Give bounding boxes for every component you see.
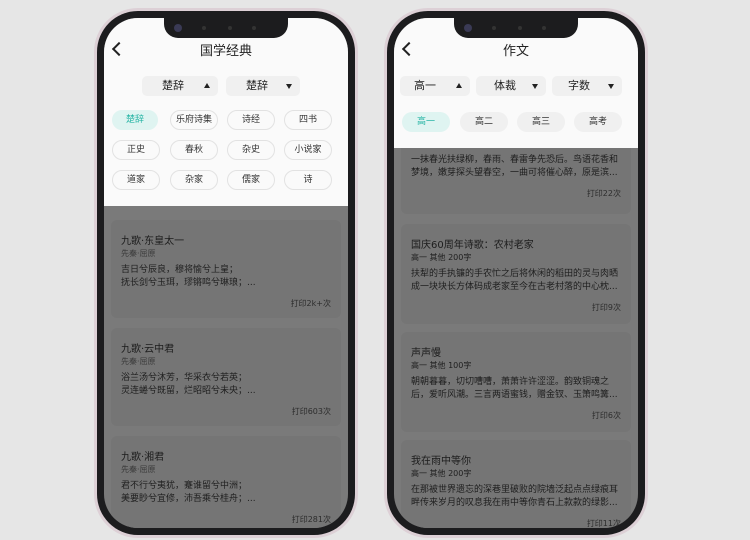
notch (164, 18, 288, 38)
item-excerpt: 朝朝暮暮，切切嘈嘈，萧萧许许涩涩。韵致铜魂之 (411, 377, 610, 387)
chip-grade-3[interactable]: 高三 (517, 112, 565, 132)
chip-sishu[interactable]: 四书 (284, 110, 332, 130)
dropdown-genre[interactable]: 体裁 (476, 76, 546, 96)
list-item[interactable]: 一抹春光扶绿柳，春雨、春雷争先恐后。鸟语花香和 梦境，嫩芽探头望春空，一曲可将催… (401, 148, 631, 214)
camera-icon (464, 24, 472, 32)
item-excerpt: 抚长剑兮玉珥，璆锵鸣兮琳琅；... (121, 278, 256, 288)
item-excerpt: 扶犁的手执镰的手农忙之后将休闲的稻田的灵与肉晒 (411, 269, 619, 279)
filter-panel: 国学经典 楚辞 楚辞 楚辞 乐府诗集 诗经 四书 正史 春秋 杂史 小说家 道家… (104, 18, 348, 206)
print-count: 打印6次 (591, 411, 621, 420)
list-item[interactable]: 我在雨中等你 高一 其他 200字 在那被世界遗忘的深巷里破败的院墙泛起点点绿痕… (401, 440, 631, 528)
item-excerpt: 后，爱听风潮。三言两语蜜钱，赠金钗、玉箫鸣篝... (411, 390, 618, 400)
item-author: 先秦·屈原 (121, 249, 156, 258)
screen-classics: 国学经典 楚辞 楚辞 楚辞 乐府诗集 诗经 四书 正史 春秋 杂史 小说家 道家… (104, 18, 348, 528)
chip-shi[interactable]: 诗 (284, 170, 332, 190)
dropdown-row: 楚辞 楚辞 (104, 70, 348, 104)
print-count: 打印603次 (291, 407, 331, 416)
item-title: 九歌·云中君 (121, 344, 175, 355)
page-title: 作文 (502, 44, 529, 59)
item-meta: 高一 其他 100字 (411, 361, 472, 370)
dropdown-subcategory[interactable]: 楚辞 (226, 76, 300, 96)
caret-down-icon (608, 84, 614, 89)
sensor-dot (202, 26, 206, 30)
chip-grade-2[interactable]: 高二 (460, 112, 508, 132)
chip-zhengshi[interactable]: 正史 (112, 140, 160, 160)
dropdown-label: 字数 (568, 79, 590, 92)
chip-xiaoshuojia[interactable]: 小说家 (284, 140, 332, 160)
caret-down-icon (286, 84, 292, 89)
caret-down-icon (532, 84, 538, 89)
list-item[interactable]: 国庆60周年诗歌：农村老家 高一 其他 200字 扶犁的手执镰的手农忙之后将休闲… (401, 224, 631, 324)
phone-frame-right: 作文 高一 体裁 字数 高一 高二 高三 高考 一抹春光扶绿柳，春雨、春雷争先恐… (384, 8, 648, 538)
chip-zashi[interactable]: 杂史 (227, 140, 275, 160)
camera-icon (174, 24, 182, 32)
item-title: 声声慢 (411, 348, 441, 359)
item-excerpt: 浴兰汤兮沐芳，华采衣兮若英； (121, 373, 248, 383)
dropdown-grade[interactable]: 高一 (400, 76, 470, 96)
item-excerpt: 梦境，嫩芽探头望春空，一曲可将催心醉，原是滨... (411, 168, 618, 178)
sensor-dot (542, 26, 546, 30)
list-item[interactable]: 声声慢 高一 其他 100字 朝朝暮暮，切切嘈嘈，萧萧许许涩涩。韵致铜魂之 后，… (401, 332, 631, 432)
item-meta: 高一 其他 200字 (411, 469, 472, 478)
caret-up-icon (456, 83, 462, 88)
item-excerpt: 畔传来岁月的叹息我在雨中等你青石上款款的绿影... (411, 498, 618, 508)
item-excerpt: 成一块块长方体码成老家至今在古老村落的中心枕... (411, 282, 618, 292)
item-excerpt: 吉日兮辰良，穆将愉兮上皇； (121, 265, 239, 275)
list-item[interactable]: 九歌·东皇太一 先秦·屈原 吉日兮辰良，穆将愉兮上皇； 抚长剑兮玉珥，璆锵鸣兮琳… (111, 220, 341, 318)
print-count: 打印22次 (586, 189, 621, 198)
chip-shijing[interactable]: 诗经 (227, 110, 275, 130)
dropdown-label: 高一 (414, 79, 436, 92)
dropdown-wordcount[interactable]: 字数 (552, 76, 622, 96)
dropdown-label: 楚辞 (162, 79, 184, 92)
item-title: 九歌·湘君 (121, 452, 165, 463)
dropdown-label: 体裁 (494, 79, 516, 92)
chip-grade-1[interactable]: 高一 (402, 112, 450, 132)
print-count: 打印11次 (586, 519, 621, 528)
print-count: 打印2k+次 (290, 299, 331, 308)
item-title: 我在雨中等你 (411, 456, 471, 467)
item-title: 九歌·东皇太一 (121, 236, 185, 247)
list-item[interactable]: 九歌·云中君 先秦·屈原 浴兰汤兮沐芳，华采衣兮若英； 灵连蜷兮既留，烂昭昭兮未… (111, 328, 341, 426)
print-count: 打印281次 (291, 515, 331, 524)
chip-gaokao[interactable]: 高考 (574, 112, 622, 132)
notch (454, 18, 578, 38)
item-excerpt: 灵连蜷兮既留，烂昭昭兮未央；... (121, 386, 256, 396)
item-title: 国庆60周年诗歌：农村老家 (411, 240, 534, 251)
page-title: 国学经典 (199, 44, 252, 59)
item-author: 先秦·屈原 (121, 357, 156, 366)
item-excerpt: 在那被世界遗忘的深巷里破败的院墙泛起点点绿痕耳 (411, 485, 619, 495)
sensor-dot (518, 26, 522, 30)
chip-chunqiu[interactable]: 春秋 (170, 140, 218, 160)
item-excerpt: 美要眇兮宜修，沛吾乘兮桂舟；... (121, 494, 256, 504)
print-count: 打印9次 (591, 303, 621, 312)
screen-essays: 作文 高一 体裁 字数 高一 高二 高三 高考 一抹春光扶绿柳，春雨、春雷争先恐… (394, 18, 638, 528)
dropdown-category[interactable]: 楚辞 (142, 76, 218, 96)
sensor-dot (228, 26, 232, 30)
item-excerpt: 君不行兮夷犹，蹇谁留兮中洲； (121, 481, 248, 491)
item-excerpt: 一抹春光扶绿柳，春雨、春雷争先恐后。鸟语花香和 (411, 155, 619, 165)
sensor-dot (492, 26, 496, 30)
caret-up-icon (204, 83, 210, 88)
item-meta: 高一 其他 200字 (411, 253, 472, 262)
phone-frame-left: 国学经典 楚辞 楚辞 楚辞 乐府诗集 诗经 四书 正史 春秋 杂史 小说家 道家… (94, 8, 358, 538)
dropdown-label: 楚辞 (246, 79, 268, 92)
chip-chuci[interactable]: 楚辞 (112, 110, 158, 130)
chip-yuefu[interactable]: 乐府诗集 (170, 110, 218, 130)
sensor-dot (252, 26, 256, 30)
chip-daojia[interactable]: 道家 (112, 170, 160, 190)
chip-zajia[interactable]: 杂家 (170, 170, 218, 190)
dropdown-row: 高一 体裁 字数 (394, 70, 638, 104)
list-item[interactable]: 九歌·湘君 先秦·屈原 君不行兮夷犹，蹇谁留兮中洲； 美要眇兮宜修，沛吾乘兮桂舟… (111, 436, 341, 528)
item-author: 先秦·屈原 (121, 465, 156, 474)
chip-rujia[interactable]: 儒家 (227, 170, 275, 190)
